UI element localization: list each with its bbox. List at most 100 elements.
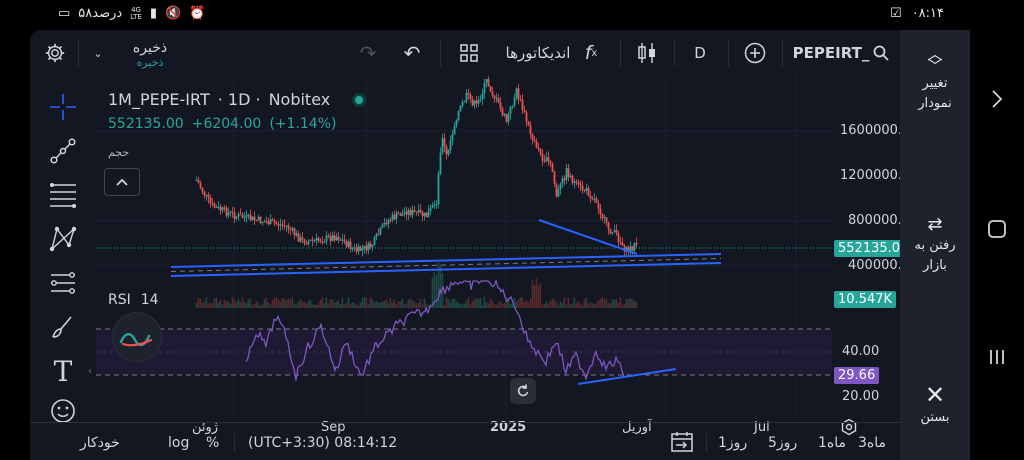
candle-body xyxy=(355,247,358,252)
volume-bar xyxy=(243,301,246,308)
recent-apps-icon[interactable] xyxy=(980,340,1014,374)
interval-button[interactable]: D xyxy=(686,38,714,68)
chevron-down-icon[interactable]: ⌄ xyxy=(88,38,108,68)
indicators-button-label[interactable]: اندیکاتورها xyxy=(498,38,578,68)
chart-app: ⌄ ذخیره ذخیره ↷ ↶ اندیکاتورها fx D PEPEI… xyxy=(30,30,900,460)
candles-icon[interactable] xyxy=(632,38,662,68)
symbol-search-button[interactable]: PEPEIRT_ xyxy=(792,38,890,68)
save-button[interactable]: ذخیره ذخیره xyxy=(120,36,180,72)
candle-body xyxy=(607,222,610,230)
fib-tool-icon[interactable] xyxy=(46,178,80,212)
candle-body xyxy=(311,239,314,241)
go-to-market-button[interactable]: ⇄ رفتن به بازار xyxy=(900,216,970,276)
brush-tool-icon[interactable] xyxy=(46,310,80,344)
candle-body xyxy=(379,227,382,235)
candle-body xyxy=(587,187,590,197)
candle-body xyxy=(317,238,320,241)
volume-bar xyxy=(279,301,282,308)
percent-scale-button[interactable]: % xyxy=(206,435,219,451)
candle-body xyxy=(443,138,446,147)
candle-body xyxy=(407,209,410,215)
timezone-button[interactable]: (UTC+3:30) 08:14:12 xyxy=(248,435,397,451)
volume-bar xyxy=(365,297,368,308)
volume-bar xyxy=(443,304,446,308)
candle-body xyxy=(445,146,448,155)
volume-bar xyxy=(355,304,358,308)
candle-body xyxy=(499,102,502,109)
volume-bar xyxy=(553,299,556,308)
log-scale-button[interactable]: log xyxy=(168,435,189,451)
redo-icon[interactable]: ↷ xyxy=(354,38,382,68)
volume-bar xyxy=(233,299,236,308)
volume-bar xyxy=(609,303,612,308)
chevron-right-icon[interactable] xyxy=(980,82,1014,116)
prediction-tool-icon[interactable] xyxy=(46,266,80,300)
trendline-tool-icon[interactable] xyxy=(46,134,80,168)
chart-legend[interactable]: 1M_PEPE-IRT · 1D · Nobitex xyxy=(108,90,367,109)
candle-body xyxy=(605,217,608,223)
volume-bar xyxy=(435,275,438,308)
volume-bar xyxy=(483,297,486,308)
candle-body xyxy=(285,225,288,227)
legend-price-row: 552135.00 +6204.00 (+1.14%) xyxy=(108,116,336,132)
candle-body xyxy=(403,211,406,213)
range-1m-button[interactable]: 1ماه xyxy=(818,435,846,451)
range-1d-button[interactable]: 1روز xyxy=(718,435,747,451)
candle-body xyxy=(449,140,452,151)
candle-body xyxy=(425,212,428,218)
chart-pane[interactable]: 1M_PEPE-IRT · 1D · Nobitex 552135.00 +62… xyxy=(96,76,900,416)
home-icon[interactable] xyxy=(980,212,1014,246)
change-chart-button[interactable]: ︿ ﹀ تغییر نمودار xyxy=(900,47,970,114)
reset-chart-button[interactable] xyxy=(510,378,536,404)
undo-icon[interactable]: ↶ xyxy=(398,38,426,68)
range-5d-button[interactable]: 5روز xyxy=(768,435,797,451)
candle-body xyxy=(231,211,234,213)
volume-bar xyxy=(311,304,314,308)
candle-body xyxy=(611,232,614,234)
candle-body xyxy=(601,214,604,219)
volume-bar xyxy=(267,302,270,308)
candle-body xyxy=(503,113,506,116)
close-button[interactable]: ✕ بستن xyxy=(900,382,970,428)
volume-bar xyxy=(607,303,610,308)
auto-scale-button[interactable]: خودکار xyxy=(80,435,120,451)
collapse-legend-button[interactable] xyxy=(104,168,140,196)
range-3m-button[interactable]: 3ماه xyxy=(858,435,886,451)
candle-body xyxy=(297,233,300,242)
candle-body xyxy=(337,236,340,241)
volume-bar xyxy=(331,299,334,308)
volume-bar xyxy=(337,300,340,308)
add-symbol-icon[interactable] xyxy=(740,38,770,68)
volume-bar xyxy=(565,304,568,308)
candle-body xyxy=(263,221,266,223)
candle-body xyxy=(343,239,346,242)
volume-bar xyxy=(265,297,268,308)
layout-grid-icon[interactable] xyxy=(454,38,484,68)
reset-icon xyxy=(517,384,529,397)
candle-body xyxy=(575,181,578,183)
function-icon[interactable]: fx xyxy=(578,38,604,68)
crosshair-icon[interactable] xyxy=(46,90,80,124)
expand-toolbar-icon[interactable]: ‹ xyxy=(88,366,92,377)
volume-bar xyxy=(473,299,476,308)
volume-label: حجم xyxy=(108,146,130,159)
volume-bar xyxy=(633,300,636,308)
rsi-legend[interactable]: RSI 14 xyxy=(108,292,159,308)
text-tool-icon[interactable]: T xyxy=(46,354,80,388)
candle-body xyxy=(475,100,478,104)
candle-body xyxy=(301,237,304,240)
candle-body xyxy=(619,242,622,244)
legend-change: +6204.00 xyxy=(191,116,262,132)
candle-body xyxy=(555,183,558,197)
volume-bar xyxy=(595,302,598,308)
settings-button[interactable] xyxy=(40,38,70,68)
date-range-icon[interactable] xyxy=(670,431,694,457)
candle-body xyxy=(211,203,214,205)
candle-body xyxy=(615,230,618,234)
pattern-tool-icon[interactable] xyxy=(46,222,80,256)
volume-bar xyxy=(381,301,384,308)
volume-bar xyxy=(261,304,264,308)
candle-body xyxy=(335,236,338,241)
volume-bar xyxy=(241,297,244,308)
volume-bar xyxy=(211,303,214,308)
